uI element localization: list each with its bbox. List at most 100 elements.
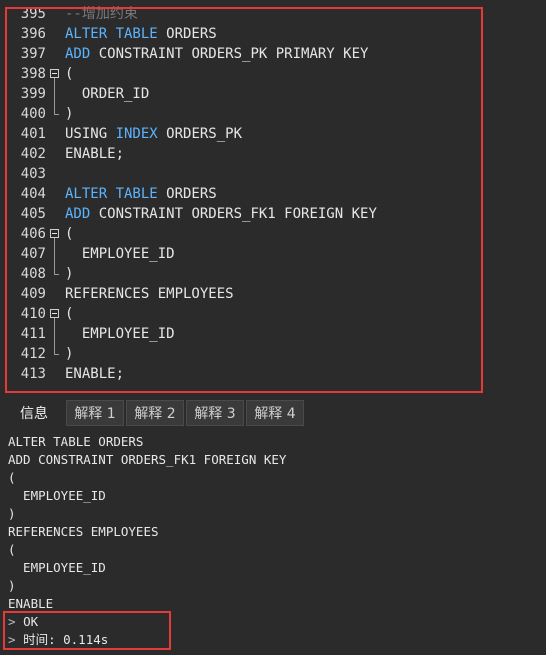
output-text: ) xyxy=(8,506,16,521)
code-text: ENABLE; xyxy=(65,364,124,384)
code-text: ALTER TABLE ORDERS xyxy=(65,184,217,204)
fold-guide-line xyxy=(54,104,55,114)
editor-line[interactable]: 408) xyxy=(0,264,546,284)
editor-line[interactable]: 410 ( xyxy=(0,304,546,324)
fold-guide-line xyxy=(54,84,55,104)
sql-keyword: ALTER TABLE xyxy=(65,26,158,42)
output-text: EMPLOYEE_ID xyxy=(8,560,106,575)
code-token: CONSTRAINT ORDERS_PK PRIMARY KEY xyxy=(90,46,369,62)
code-token: ORDER_ID xyxy=(65,86,150,102)
tab-info[interactable]: 信息 xyxy=(5,400,63,426)
editor-line[interactable]: 413 ENABLE; xyxy=(0,364,546,384)
output-text: 时间: 0.114s xyxy=(23,632,109,647)
line-number: 409 xyxy=(20,286,46,302)
line-number: 398 xyxy=(20,66,46,82)
editor-line[interactable]: 399 ORDER_ID xyxy=(0,84,546,104)
line-number: 397 xyxy=(20,46,46,62)
line-number: 405 xyxy=(20,206,46,222)
output-line: ADD CONSTRAINT ORDERS_FK1 FOREIGN KEY xyxy=(8,451,286,469)
editor-line[interactable]: 396 ALTER TABLE ORDERS xyxy=(0,24,546,44)
editor-line[interactable]: 412) xyxy=(0,344,546,364)
line-number: 407 xyxy=(20,246,46,262)
editor-line[interactable]: 401 USING INDEX ORDERS_PK xyxy=(0,124,546,144)
sql-keyword: ADD xyxy=(65,206,91,222)
editor-line[interactable]: 406 ( xyxy=(0,224,546,244)
line-number: 408 xyxy=(20,266,46,282)
editor-line[interactable]: 400) xyxy=(0,104,546,124)
code-token: ENABLE; xyxy=(65,366,125,382)
prompt-chevron-icon: > xyxy=(8,632,16,647)
code-token: CONSTRAINT ORDERS_FK1 FOREIGN KEY xyxy=(90,206,377,222)
output-text: REFERENCES EMPLOYEES xyxy=(8,524,159,539)
editor-line[interactable]: 407 EMPLOYEE_ID xyxy=(0,244,546,264)
tab-explain-1[interactable]: 解释 1 xyxy=(66,400,124,426)
code-token: ORDERS_PK xyxy=(157,126,243,142)
code-token: ) xyxy=(65,346,74,362)
editor-line[interactable]: 405 ADD CONSTRAINT ORDERS_FK1 FOREIGN KEY xyxy=(0,204,546,224)
output-line: ENABLE xyxy=(8,595,53,613)
line-number: 396 xyxy=(20,26,46,42)
line-number: 413 xyxy=(20,366,46,382)
line-number: 411 xyxy=(20,326,46,342)
tab-explain-4[interactable]: 解释 4 xyxy=(246,400,304,426)
output-text: EMPLOYEE_ID xyxy=(8,488,106,503)
editor-line[interactable]: 409 REFERENCES EMPLOYEES xyxy=(0,284,546,304)
code-text: ) xyxy=(65,104,73,124)
editor-line[interactable]: 402 ENABLE; xyxy=(0,144,546,164)
editor-line[interactable]: 404 ALTER TABLE ORDERS xyxy=(0,184,546,204)
code-token: ENABLE; xyxy=(65,146,125,162)
fold-collapse-icon[interactable] xyxy=(50,69,59,78)
sql-editor[interactable]: 395 --增加约束 396 ALTER TABLE ORDERS 397 ADD CON… xyxy=(0,0,546,395)
code-text: ADD CONSTRAINT ORDERS_PK PRIMARY KEY xyxy=(65,44,368,64)
editor-line[interactable]: 395 --增加约束 xyxy=(0,4,546,24)
code-text: --增加约束 xyxy=(65,4,138,24)
code-text: ALTER TABLE ORDERS xyxy=(65,24,217,44)
code-token: ( xyxy=(65,66,74,82)
code-text: ) xyxy=(65,344,73,364)
sql-keyword: ALTER TABLE xyxy=(65,186,158,202)
editor-line[interactable]: 398 ( xyxy=(0,64,546,84)
code-text: USING INDEX ORDERS_PK xyxy=(65,124,242,144)
line-number: 406 xyxy=(20,226,46,242)
output-line: ( xyxy=(8,469,16,487)
code-token: EMPLOYEE_ID xyxy=(65,246,175,262)
code-text: EMPLOYEE_ID xyxy=(65,324,175,344)
editor-line[interactable]: 403 xyxy=(0,164,546,184)
code-token: ) xyxy=(65,106,74,122)
code-text: EMPLOYEE_ID xyxy=(65,244,175,264)
editor-line[interactable]: 411 EMPLOYEE_ID xyxy=(0,324,546,344)
line-number: 401 xyxy=(20,126,46,142)
editor-line[interactable]: 397 ADD CONSTRAINT ORDERS_PK PRIMARY KEY xyxy=(0,44,546,64)
fold-collapse-icon[interactable] xyxy=(50,309,59,318)
output-line: ALTER TABLE ORDERS xyxy=(8,433,143,451)
code-text: ) xyxy=(65,264,73,284)
output-line: REFERENCES EMPLOYEES xyxy=(8,523,159,541)
code-text: REFERENCES EMPLOYEES xyxy=(65,284,234,304)
output-text: ENABLE xyxy=(8,596,54,611)
fold-end-marker xyxy=(54,114,59,115)
fold-guide-line xyxy=(54,324,55,344)
code-token: ORDERS xyxy=(157,26,217,42)
fold-guide-line xyxy=(54,244,55,264)
code-text: ENABLE; xyxy=(65,144,124,164)
fold-collapse-icon[interactable] xyxy=(50,229,59,238)
code-text: ORDER_ID xyxy=(65,84,149,104)
fold-guide-line xyxy=(54,264,55,274)
output-line: EMPLOYEE_ID xyxy=(8,559,106,577)
output-panel[interactable]: ALTER TABLE ORDERS ADD CONSTRAINT ORDERS_… xyxy=(0,428,546,655)
output-line: EMPLOYEE_ID xyxy=(8,487,106,505)
tab-explain-3[interactable]: 解释 3 xyxy=(186,400,244,426)
output-text: ADD CONSTRAINT ORDERS_FK1 FOREIGN KEY xyxy=(8,452,287,467)
code-token: EMPLOYEE_ID xyxy=(65,326,175,342)
code-token: ( xyxy=(65,306,74,322)
output-text: ALTER TABLE ORDERS xyxy=(8,434,144,449)
fold-end-marker xyxy=(54,274,59,275)
line-number: 402 xyxy=(20,146,46,162)
line-number: 395 xyxy=(20,6,46,22)
code-text: ( xyxy=(65,224,73,244)
code-text: ( xyxy=(65,64,73,84)
line-number: 400 xyxy=(20,106,46,122)
output-line: ) xyxy=(8,505,16,523)
tab-explain-2[interactable]: 解释 2 xyxy=(126,400,184,426)
output-line: > 时间: 0.114s xyxy=(8,631,108,649)
